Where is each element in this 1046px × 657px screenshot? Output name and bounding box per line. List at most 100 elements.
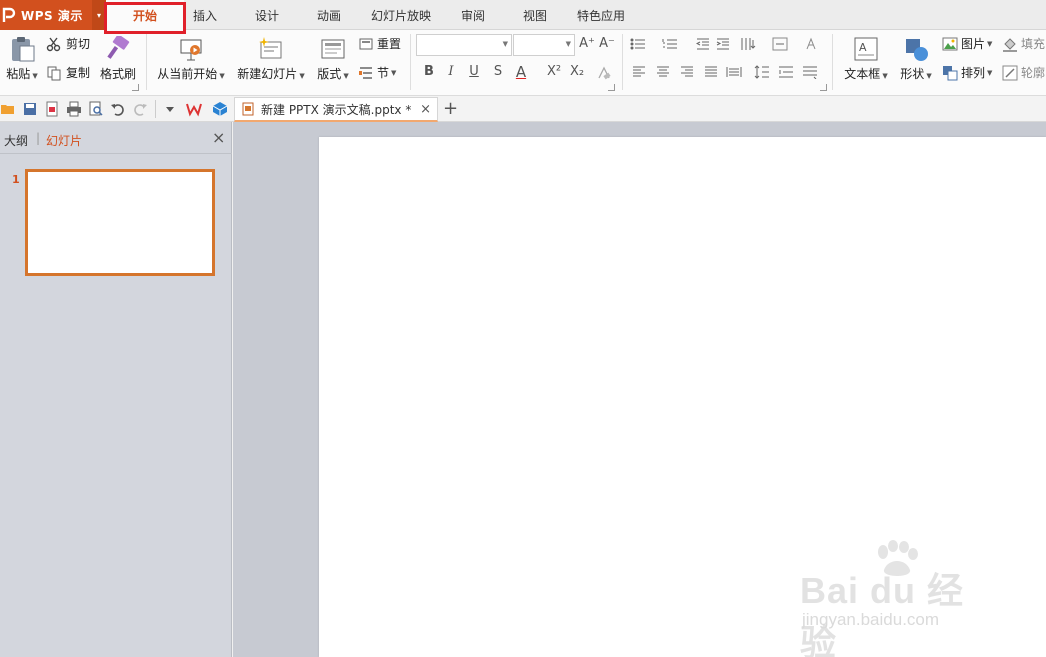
text-fit-icon[interactable] <box>804 37 818 51</box>
chevron-down-icon: ▼ <box>502 40 508 48</box>
copy-button[interactable]: 复制 <box>46 64 90 81</box>
close-icon[interactable]: × <box>420 102 431 117</box>
close-icon[interactable]: × <box>212 128 225 147</box>
arrange-label: 排列 <box>961 66 986 80</box>
slide-panel-header: 大纲 | 幻灯片 × <box>0 122 232 154</box>
tab-outline[interactable]: 大纲 <box>4 132 28 149</box>
svg-text:A: A <box>859 41 867 54</box>
clipboard-dialog-launcher[interactable] <box>132 84 139 91</box>
text-shadow-button[interactable]: S <box>489 64 507 79</box>
fill-label: 填充 <box>1021 37 1046 51</box>
align-right-icon[interactable] <box>680 66 694 78</box>
redo-icon[interactable] <box>132 101 148 117</box>
ribbon-tab-bar: WPS 演示 ▾ 开始 插入 设计 动画 幻灯片放映 审阅 视图 特色应用 <box>0 0 1046 30</box>
layout-button[interactable]: 版式 ▼ <box>314 36 352 82</box>
paste-button[interactable]: 粘贴 ▼ <box>4 36 40 82</box>
print-icon[interactable] <box>66 101 82 117</box>
outline-pen-icon <box>1002 65 1018 80</box>
save-icon[interactable] <box>22 101 38 117</box>
font-color-button[interactable]: A <box>512 63 530 81</box>
underline-button[interactable]: U <box>465 64 483 79</box>
wps-logo-icon <box>2 7 16 22</box>
text-direction-icon[interactable] <box>740 37 756 51</box>
distribute-icon[interactable] <box>726 66 742 78</box>
font-name-combobox[interactable]: ▼ <box>416 34 512 56</box>
decrease-indent-icon[interactable] <box>696 38 710 50</box>
arrange-button[interactable]: 排列 ▼ <box>942 64 992 81</box>
undo-icon[interactable] <box>110 101 126 117</box>
clear-format-icon[interactable] <box>596 65 612 81</box>
align-text-icon[interactable] <box>772 37 788 51</box>
app-menu-dropdown-icon[interactable]: ▾ <box>92 0 106 30</box>
tab-home[interactable]: 开始 <box>106 0 184 30</box>
tab-special-apps[interactable]: 特色应用 <box>572 0 630 30</box>
section-label: 节 <box>377 66 390 80</box>
tab-slides[interactable]: 幻灯片 <box>46 132 82 149</box>
tab-view[interactable]: 视图 <box>516 0 554 30</box>
export-pdf-icon[interactable] <box>44 101 60 117</box>
document-tab-title: 新建 PPTX 演示文稿.pptx * <box>261 102 412 117</box>
format-painter-button[interactable]: 格式刷 <box>98 36 138 82</box>
numbered-list-icon[interactable] <box>662 38 678 50</box>
tab-review[interactable]: 审阅 <box>454 0 492 30</box>
reset-button[interactable]: 重置 <box>358 35 401 52</box>
picture-button[interactable]: 图片 ▼ <box>942 35 992 52</box>
print-preview-icon[interactable] <box>88 101 104 117</box>
section-icon <box>359 66 372 79</box>
paragraph-spacing-icon[interactable] <box>778 65 794 79</box>
new-tab-button[interactable]: + <box>443 98 458 119</box>
bold-button[interactable]: B <box>420 64 438 79</box>
shrink-font-button[interactable]: A⁻ <box>598 36 616 51</box>
outline-button[interactable]: 轮廓 <box>1002 64 1045 81</box>
bullet-list-icon[interactable] <box>630 38 646 50</box>
font-size-combobox[interactable]: ▼ <box>513 34 575 56</box>
separator <box>155 100 156 118</box>
tab-design[interactable]: 设计 <box>248 0 286 30</box>
app-menu-button[interactable]: WPS 演示 <box>0 0 92 30</box>
outline-label: 轮廓 <box>1021 66 1046 80</box>
copy-icon <box>47 66 61 80</box>
textbox-label: 文本框 <box>844 67 881 81</box>
wps-office-icon[interactable] <box>186 101 202 117</box>
shapes-button[interactable]: 形状 ▼ <box>896 36 936 82</box>
font-dialog-launcher[interactable] <box>608 84 615 91</box>
from-current-slide-button[interactable]: 从当前开始 ▼ <box>154 36 228 82</box>
textbox-button[interactable]: A 文本框 ▼ <box>840 36 892 82</box>
line-spacing-icon[interactable] <box>754 65 770 79</box>
superscript-button[interactable]: X² <box>543 64 565 79</box>
columns-icon[interactable] <box>802 65 818 79</box>
customize-dropdown-icon[interactable] <box>162 101 178 117</box>
align-left-icon[interactable] <box>632 66 646 78</box>
cloud-cube-icon[interactable] <box>212 101 228 117</box>
increase-indent-icon[interactable] <box>716 38 730 50</box>
tab-animation[interactable]: 动画 <box>310 0 348 30</box>
from-current-label: 从当前开始 <box>157 67 218 81</box>
new-slide-label: 新建幻灯片 <box>237 67 298 81</box>
tab-divider: | <box>36 131 41 145</box>
cut-button[interactable]: 剪切 <box>46 35 90 52</box>
document-tab[interactable]: 新建 PPTX 演示文稿.pptx * × <box>234 97 438 122</box>
picture-label: 图片 <box>961 37 986 51</box>
slide-thumbnail[interactable] <box>25 169 215 276</box>
new-slide-button[interactable]: 新建幻灯片 ▼ <box>234 36 308 82</box>
section-button[interactable]: 节 ▼ <box>358 64 396 81</box>
fill-button[interactable]: 填充 <box>1002 35 1045 52</box>
justify-icon[interactable] <box>704 66 718 78</box>
app-name: WPS 演示 <box>21 8 83 23</box>
watermark-url: jingyan.baidu.com <box>802 610 940 629</box>
paragraph-dialog-launcher[interactable] <box>820 84 827 91</box>
align-center-icon[interactable] <box>656 66 670 78</box>
tab-insert[interactable]: 插入 <box>186 0 224 30</box>
format-painter-icon <box>107 36 130 59</box>
ribbon-home: 粘贴 ▼ 剪切 复制 格式刷 从当前开始 ▼ 新建幻灯片 ▼ 版式 ▼ 重置 节… <box>0 30 1046 96</box>
format-painter-label: 格式刷 <box>99 67 136 81</box>
chevron-down-icon: ▼ <box>565 40 571 48</box>
italic-button[interactable]: I <box>442 64 460 79</box>
subscript-button[interactable]: X₂ <box>566 64 588 79</box>
scissors-icon <box>46 37 61 51</box>
tab-slideshow[interactable]: 幻灯片放映 <box>366 0 436 30</box>
open-folder-icon[interactable] <box>0 101 16 117</box>
grow-font-button[interactable]: A⁺ <box>578 36 596 51</box>
reset-icon <box>359 38 373 49</box>
separator <box>410 34 411 90</box>
